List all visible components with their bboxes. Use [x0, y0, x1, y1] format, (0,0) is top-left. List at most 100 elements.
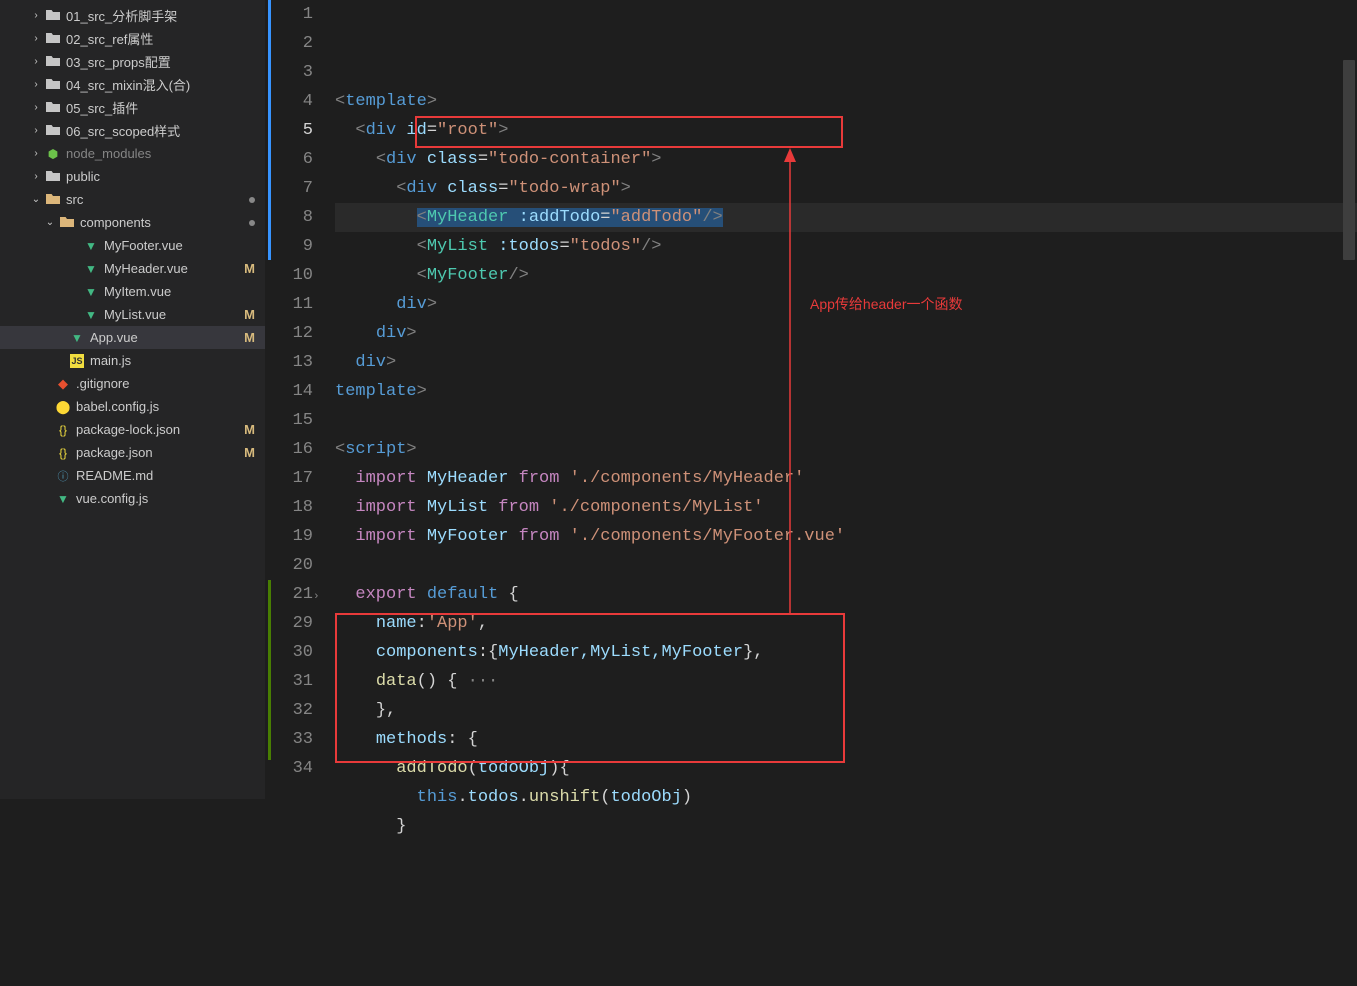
- code-line: <MyFooter/>: [335, 261, 1357, 290]
- explorer-item-label: src: [66, 192, 243, 207]
- folder-icon: [44, 31, 62, 46]
- explorer-item[interactable]: ›01_src_分析脚手架: [0, 4, 265, 27]
- line-number: 30: [265, 638, 313, 667]
- line-number: 20: [265, 551, 313, 580]
- annotation-label: App传给header一个函数: [810, 290, 963, 319]
- modified-badge: M: [244, 330, 255, 345]
- explorer-item[interactable]: ›06_src_scoped样式: [0, 119, 265, 142]
- line-number-gutter: 1234567891011121314151617181920212930313…: [265, 0, 335, 986]
- code-line: import MyList from './components/MyList': [335, 493, 1357, 522]
- explorer-item[interactable]: ⌄ components: [0, 211, 265, 234]
- explorer-item[interactable]: JS main.js: [0, 349, 265, 372]
- line-number: 15: [265, 406, 313, 435]
- line-number: 33: [265, 725, 313, 754]
- code-line: name:'App',: [335, 609, 1357, 638]
- line-number: 16: [265, 435, 313, 464]
- explorer-item-label: components: [80, 215, 243, 230]
- json-icon: {}: [54, 423, 72, 437]
- vue-icon: ▼: [82, 239, 100, 253]
- line-number: 14: [265, 377, 313, 406]
- line-number: 13: [265, 348, 313, 377]
- explorer-item[interactable]: ▼MyList.vueM: [0, 303, 265, 326]
- line-number: 7: [265, 174, 313, 203]
- explorer-item[interactable]: ›05_src_插件: [0, 96, 265, 119]
- modified-badge: M: [244, 445, 255, 460]
- explorer-item[interactable]: ▼MyHeader.vueM: [0, 257, 265, 280]
- js-icon: JS: [68, 354, 86, 368]
- explorer-item-label: node_modules: [66, 146, 255, 161]
- code-line: div>: [335, 319, 1357, 348]
- modified-badge: M: [244, 261, 255, 276]
- gutter-change-indicator: [268, 0, 271, 260]
- folder-icon: [44, 100, 62, 115]
- explorer-item-label: .gitignore: [76, 376, 255, 391]
- code-content[interactable]: <template> <div id="root"> <div class="t…: [335, 0, 1357, 986]
- explorer-item[interactable]: › 03_src_props配置: [0, 50, 265, 73]
- vertical-scrollbar[interactable]: [1343, 60, 1355, 260]
- line-number: 12: [265, 319, 313, 348]
- chevron-icon: ⌄: [42, 217, 58, 228]
- explorer-item[interactable]: ›⬢node_modules: [0, 142, 265, 165]
- explorer-item-label: package.json: [76, 445, 238, 460]
- explorer-item[interactable]: ›02_src_ref属性: [0, 27, 265, 50]
- code-line: [335, 551, 1357, 580]
- explorer-item[interactable]: ⓘREADME.md: [0, 464, 265, 487]
- explorer-item-label: 03_src_props配置: [66, 52, 255, 71]
- explorer-item-label: MyFooter.vue: [104, 238, 255, 253]
- md-icon: ⓘ: [54, 468, 72, 484]
- explorer-item[interactable]: {}package.jsonM: [0, 441, 265, 464]
- file-explorer-sidebar: ›01_src_分析脚手架›02_src_ref属性›03_src_props配…: [0, 0, 265, 799]
- code-line: <MyHeader :addTodo="addTodo"/>: [335, 203, 1357, 232]
- chevron-icon: ›: [28, 56, 44, 67]
- explorer-item-label: 04_src_mixin混入(合): [66, 75, 255, 94]
- explorer-item-label: 06_src_scoped样式: [66, 121, 255, 140]
- explorer-item-label: App.vue: [90, 330, 238, 345]
- code-line: div>: [335, 348, 1357, 377]
- folder-open-icon: [58, 215, 76, 230]
- line-number: 8: [265, 203, 313, 232]
- line-number: 19: [265, 522, 313, 551]
- code-line: },: [335, 696, 1357, 725]
- code-editor[interactable]: 1234567891011121314151617181920212930313…: [265, 0, 1357, 986]
- line-number: 2: [265, 29, 313, 58]
- chevron-icon: ›: [28, 171, 44, 182]
- explorer-item-label: main.js: [90, 353, 255, 368]
- code-line: addTodo(todoObj){: [335, 754, 1357, 783]
- explorer-item-label: 05_src_插件: [66, 98, 255, 117]
- vue-icon: ▼: [82, 308, 100, 322]
- code-line: template>: [335, 377, 1357, 406]
- line-number: 6: [265, 145, 313, 174]
- explorer-item[interactable]: ▼ MyFooter.vue: [0, 234, 265, 257]
- vue-icon: ▼: [82, 262, 100, 276]
- babel-icon: ⬤: [54, 399, 72, 415]
- code-line: }: [335, 812, 1357, 841]
- explorer-item[interactable]: ▼vue.config.js: [0, 487, 265, 510]
- explorer-item-label: MyList.vue: [104, 307, 238, 322]
- code-line: methods: {: [335, 725, 1357, 754]
- explorer-item-label: package-lock.json: [76, 422, 238, 437]
- explorer-item[interactable]: ▼App.vueM: [0, 326, 265, 349]
- explorer-item[interactable]: ◆.gitignore: [0, 372, 265, 395]
- modified-badge: M: [244, 422, 255, 437]
- dirty-dot-icon: [249, 220, 255, 226]
- line-number: 21: [265, 580, 313, 609]
- explorer-item[interactable]: ▼MyItem.vue: [0, 280, 265, 303]
- chevron-icon: ›: [28, 33, 44, 44]
- explorer-item-label: public: [66, 169, 255, 184]
- explorer-item[interactable]: {} package-lock.json M: [0, 418, 265, 441]
- code-line: <div class="todo-container">: [335, 145, 1357, 174]
- vue-icon: ▼: [82, 285, 100, 299]
- explorer-item-label: vue.config.js: [76, 491, 255, 506]
- explorer-item[interactable]: ⬤babel.config.js: [0, 395, 265, 418]
- line-number: 32: [265, 696, 313, 725]
- fold-indicator-icon[interactable]: ›: [313, 583, 320, 612]
- dirty-dot-icon: [249, 197, 255, 203]
- hex-icon: ⬢: [44, 147, 62, 161]
- code-line: <div class="todo-wrap">: [335, 174, 1357, 203]
- code-line: <template>: [335, 87, 1357, 116]
- line-number: 18: [265, 493, 313, 522]
- explorer-item[interactable]: › public: [0, 165, 265, 188]
- code-line: data() { ···: [335, 667, 1357, 696]
- explorer-item[interactable]: ›04_src_mixin混入(合): [0, 73, 265, 96]
- explorer-item[interactable]: ⌄src: [0, 188, 265, 211]
